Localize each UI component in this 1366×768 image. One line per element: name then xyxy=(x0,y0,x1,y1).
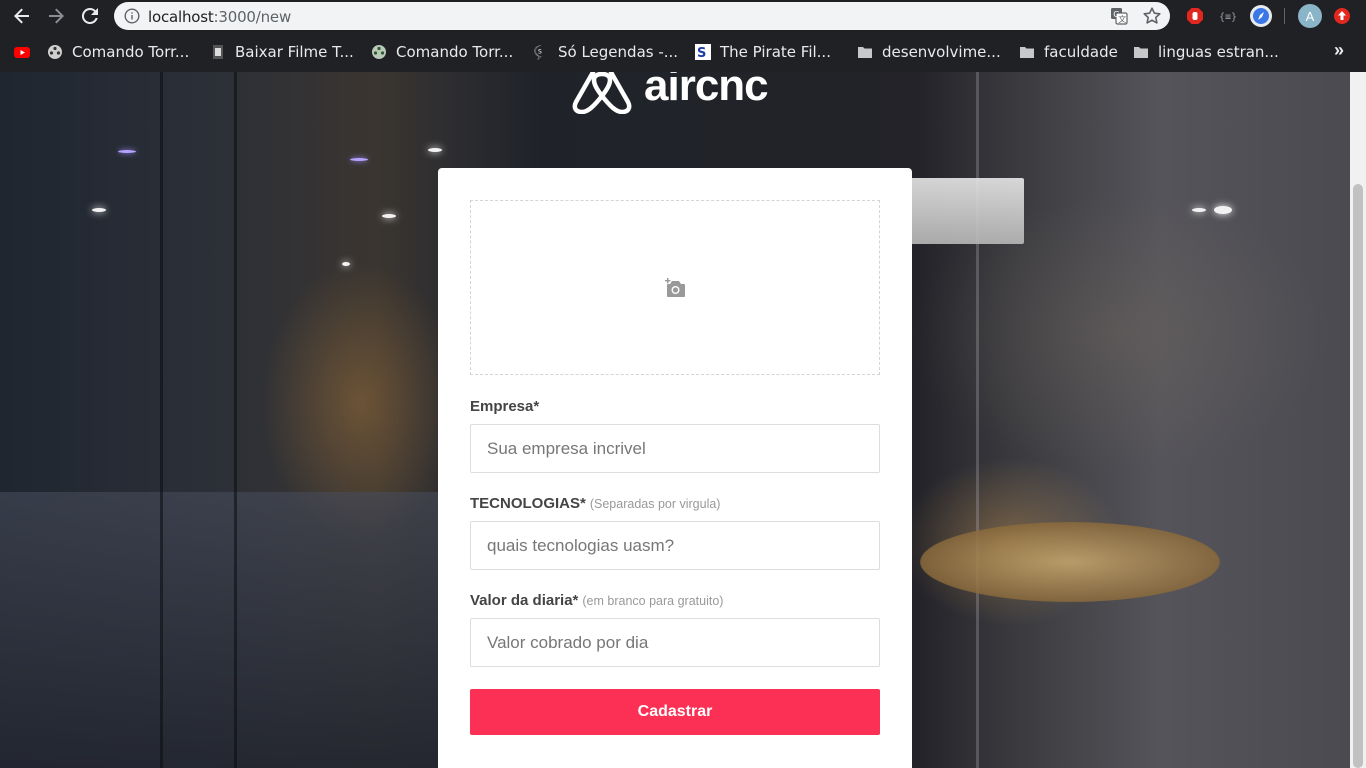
svg-text:S: S xyxy=(697,46,706,60)
company-input[interactable] xyxy=(470,424,880,473)
bookmark-item-4[interactable]: S Só Legendas -... xyxy=(533,42,678,62)
ceiling-light xyxy=(92,208,106,212)
info-icon[interactable] xyxy=(124,8,140,29)
bookmark-label: Só Legendas -... xyxy=(558,43,679,61)
company-label-text: Empresa* xyxy=(470,398,540,415)
purple-light xyxy=(118,150,136,153)
bookmark-label: desenvolvime... xyxy=(882,43,1001,61)
purple-light xyxy=(350,158,368,161)
meeting-table xyxy=(920,522,1220,602)
techs-input[interactable] xyxy=(470,521,880,570)
bookmark-star-icon[interactable] xyxy=(1142,6,1162,31)
svg-text:{≡}: {≡} xyxy=(1219,12,1236,23)
bookmark-label: Baixar Filme T... xyxy=(235,43,354,61)
submit-button[interactable]: Cadastrar xyxy=(470,689,880,735)
profile-avatar[interactable]: A xyxy=(1298,4,1322,28)
bookmark-item-2[interactable]: Baixar Filme T... xyxy=(210,42,354,62)
logo-wordmark: aircnc xyxy=(644,72,769,110)
bookmark-label: faculdade xyxy=(1044,43,1118,61)
new-spot-form-card: Empresa* TECNOLOGIAS*(Separadas por virg… xyxy=(438,168,912,768)
aircnc-logo: aircnc xyxy=(570,72,769,114)
air-conditioner xyxy=(910,178,1024,244)
film-icon xyxy=(213,45,223,59)
ceiling-light xyxy=(428,148,442,152)
thumbnail-upload-area[interactable] xyxy=(470,200,880,375)
compass-extension-icon[interactable] xyxy=(1250,5,1272,27)
update-arrow-icon[interactable] xyxy=(1331,5,1353,27)
svg-text:文: 文 xyxy=(1118,14,1126,24)
background-pillar xyxy=(976,72,979,768)
ceiling-light xyxy=(382,214,396,218)
price-label: Valor da diaria* (em branco para gratuito… xyxy=(470,592,723,609)
folder-icon xyxy=(1020,47,1034,58)
bookmark-label: Comando Torr... xyxy=(72,43,190,61)
ceiling-light xyxy=(1214,206,1232,214)
techs-label-text: TECNOLOGIAS* xyxy=(470,495,586,512)
airbnb-belo-icon xyxy=(572,72,632,114)
address-bar[interactable]: localhost:3000/new G文 xyxy=(114,2,1170,30)
price-input[interactable] xyxy=(470,618,880,667)
film-reel-icon xyxy=(372,45,386,59)
folder-icon xyxy=(1134,47,1148,58)
add-photo-camera-icon xyxy=(665,277,685,297)
techs-label: TECNOLOGIAS* (Separadas por virgula) xyxy=(470,495,720,512)
ceiling-light xyxy=(1192,208,1206,212)
page-scrollbar[interactable] xyxy=(1350,72,1366,768)
scrollbar-thumb[interactable] xyxy=(1353,184,1363,768)
company-label: Empresa* xyxy=(470,398,539,415)
browser-toolbar: localhost:3000/new G文 {≡} A xyxy=(0,0,1366,32)
folder-icon xyxy=(858,47,872,58)
bookmark-folder-2[interactable]: faculdade xyxy=(1019,42,1118,62)
film-reel-icon xyxy=(48,45,62,59)
bookmark-folder-3[interactable]: linguas estran... xyxy=(1133,42,1279,62)
speech-bubble-icon: S xyxy=(534,45,542,60)
techs-hint: (Separadas por virgula) xyxy=(589,497,721,511)
forward-arrow-icon[interactable] xyxy=(44,4,68,28)
bookmark-item-5[interactable]: S The Pirate Fil... xyxy=(695,42,831,62)
background-pillar xyxy=(160,72,163,768)
back-arrow-icon[interactable] xyxy=(10,4,34,28)
price-label-text: Valor da diaria* xyxy=(470,592,579,609)
reload-icon[interactable] xyxy=(78,4,102,28)
price-hint: (em branco para gratuito) xyxy=(582,594,724,608)
bookmark-item-3[interactable]: Comando Torr... xyxy=(371,42,513,62)
pirate-s-icon: S xyxy=(695,44,711,60)
bookmark-label: linguas estran... xyxy=(1158,43,1279,61)
youtube-bookmark[interactable] xyxy=(14,42,39,62)
page-background: aircnc Empresa* TECNOLOGIAS*(Separadas p… xyxy=(0,72,1350,768)
ceiling-light xyxy=(342,262,350,266)
svg-text:S: S xyxy=(538,49,542,56)
bookmark-folder-1[interactable]: desenvolvime... xyxy=(857,42,1001,62)
youtube-icon xyxy=(14,47,30,58)
background-floor xyxy=(0,492,440,768)
cast-extension-icon[interactable]: {≡} xyxy=(1216,5,1238,27)
adblock-extension-icon[interactable] xyxy=(1184,5,1206,27)
more-bookmarks-chevron-icon[interactable]: » xyxy=(1334,40,1344,61)
toolbar-divider xyxy=(1284,8,1285,24)
url-text: localhost:3000/new xyxy=(148,8,292,26)
bookmark-label: The Pirate Fil... xyxy=(720,43,831,61)
bookmark-label: Comando Torr... xyxy=(396,43,514,61)
bookmarks-bar: Comando Torr... Baixar Filme T... Comand… xyxy=(0,32,1366,72)
bookmark-item-1[interactable]: Comando Torr... xyxy=(47,42,189,62)
translate-icon[interactable]: G文 xyxy=(1110,7,1128,30)
background-pillar xyxy=(234,72,237,768)
